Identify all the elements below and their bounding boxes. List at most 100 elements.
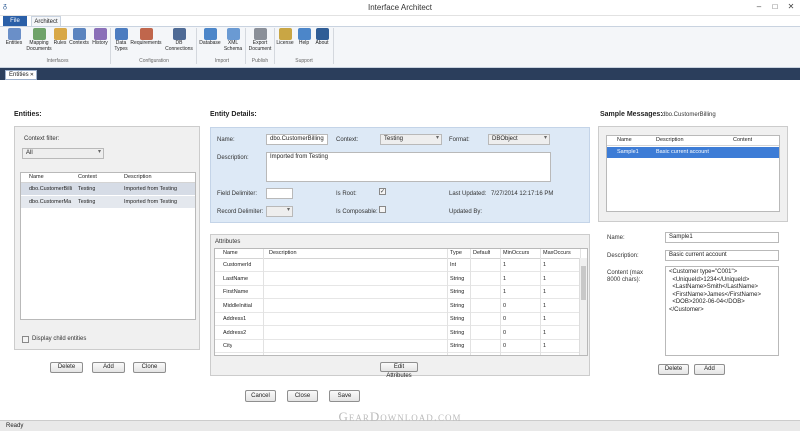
save-button[interactable]: Save — [329, 390, 360, 402]
attribute-cell: Int — [450, 262, 457, 268]
sample-name-input[interactable]: Sample1 — [665, 232, 779, 243]
attribute-cell: 0 — [503, 329, 507, 336]
attribute-column-header[interactable]: Description — [269, 249, 297, 259]
column-header-name[interactable]: Name — [29, 172, 44, 183]
sample-description-input[interactable]: Basic current account — [665, 250, 779, 261]
maximize-button[interactable]: □ — [770, 2, 780, 12]
license-button[interactable]: License — [276, 28, 294, 47]
column-header-content[interactable]: Content — [733, 135, 752, 146]
attribute-column-header[interactable]: MinOccurs — [503, 249, 529, 259]
column-header-context[interactable]: Context — [78, 172, 97, 183]
attribute-cell: 1 — [543, 302, 547, 309]
ribbon-button-label: DB Connections — [165, 40, 193, 52]
edit-attributes-button[interactable]: Edit Attributes — [380, 362, 418, 379]
close-window-button[interactable]: ✕ — [786, 2, 796, 12]
data-types-button[interactable]: Data Types — [113, 28, 129, 52]
entity-name-input[interactable]: dbo.CustomerBilling — [266, 134, 328, 145]
display-child-entities-label: Display child entities — [32, 336, 87, 342]
about-button[interactable]: About — [313, 28, 331, 47]
document-tab-label: Entities — [9, 72, 29, 78]
column-divider — [470, 249, 471, 355]
add-entity-button[interactable]: Add — [92, 362, 125, 373]
is-composable-checkbox[interactable] — [379, 206, 386, 213]
column-header-description[interactable]: Description — [656, 135, 684, 146]
entity-description-textarea[interactable]: Imported from Testing — [266, 152, 551, 182]
entity-name-cell: dbo.CustomerBilli — [29, 186, 73, 192]
table-row[interactable] — [215, 313, 587, 326]
rules-button[interactable]: Rules — [53, 28, 67, 47]
ribbon-button-label: Database — [199, 40, 221, 46]
is-root-checkbox[interactable]: ✓ — [379, 188, 386, 195]
group-label-configuration: Configuration — [139, 58, 169, 64]
ribbon-separator — [274, 28, 275, 64]
attribute-cell: 1 — [503, 262, 507, 268]
document-tab-entities[interactable]: Entities ✕ — [5, 70, 37, 80]
attribute-cell: String — [450, 289, 465, 295]
sample-content-textarea[interactable]: <Customer type="C001"> <UniqueId>1234</U… — [665, 266, 779, 356]
table-row[interactable] — [215, 259, 587, 272]
db-connections-button[interactable]: DB Connections — [164, 28, 194, 52]
entity-context-dropdown[interactable]: Testing — [380, 134, 442, 145]
display-child-entities-checkbox[interactable] — [22, 336, 29, 343]
attribute-cell: 0 — [503, 343, 507, 349]
export-document-button[interactable]: Export Document — [247, 28, 273, 52]
sample-messages-grid[interactable]: Name Description Content Sample1 Basic c… — [606, 135, 780, 212]
contexts-button[interactable]: Contexts — [69, 28, 89, 47]
database-button[interactable]: Database — [199, 28, 221, 47]
attribute-cell: Address2 — [223, 329, 247, 336]
attribute-column-header[interactable]: Name — [223, 249, 238, 259]
ribbon-button-label: History — [92, 40, 108, 46]
entities-button[interactable]: Entities — [4, 28, 24, 47]
attribute-column-header[interactable]: MaxOccurs — [543, 249, 571, 259]
column-header-name[interactable]: Name — [617, 135, 632, 146]
history-button[interactable]: History — [91, 28, 109, 47]
delete-sample-button[interactable]: Delete — [658, 364, 689, 375]
close-tab-icon[interactable]: ✕ — [30, 71, 34, 80]
entity-description-cell: Imported from Testing — [124, 199, 178, 205]
attribute-cell: String — [450, 302, 465, 309]
record-delimiter-dropdown[interactable] — [266, 206, 293, 217]
ribbon-separator — [333, 28, 334, 64]
scrollbar-thumb[interactable] — [581, 266, 586, 300]
close-button[interactable]: Close — [287, 390, 318, 402]
tab-architect[interactable]: Architect — [31, 16, 61, 26]
mapping-documents-button[interactable]: Mapping Documents — [26, 28, 52, 52]
cancel-button[interactable]: Cancel — [245, 390, 276, 402]
clone-entity-button[interactable]: Clone — [133, 362, 166, 373]
history-icon — [93, 28, 107, 40]
xml-schema-button[interactable]: XML Schema — [222, 28, 244, 52]
entity-context-value: Testing — [384, 136, 404, 142]
field-delimiter-input[interactable] — [266, 188, 293, 199]
table-row[interactable] — [215, 300, 587, 313]
table-row[interactable] — [215, 340, 587, 353]
attributes-grid[interactable]: Name Description Type Default MinOccurs MaxOc… — [214, 248, 588, 356]
attributes-scrollbar[interactable] — [579, 258, 587, 355]
help-button[interactable]: Help — [297, 28, 311, 47]
entities-grid[interactable]: Name Context Description dbo.CustomerBil… — [20, 172, 196, 320]
context-label: Context: — [336, 137, 359, 143]
requirements-button[interactable]: Requirements — [130, 28, 162, 47]
entity-name-cell: dbo.CustomerMa — [29, 199, 72, 205]
column-header-description[interactable]: Description — [124, 172, 152, 183]
about-icon — [315, 28, 329, 40]
attribute-column-header[interactable]: Type — [450, 249, 462, 259]
attribute-column-header[interactable]: Default — [473, 249, 490, 259]
minimize-button[interactable]: – — [754, 2, 764, 12]
entity-format-dropdown[interactable]: DBObject — [488, 134, 550, 145]
table-row[interactable] — [215, 273, 587, 286]
context-filter-dropdown[interactable]: All — [22, 148, 104, 159]
ribbon-tab-bar — [0, 16, 800, 26]
entity-context-cell: Testing — [78, 199, 96, 205]
add-sample-button[interactable]: Add — [694, 364, 725, 375]
entities-heading: Entities: — [14, 111, 42, 118]
export-document-icon — [253, 28, 267, 40]
column-divider — [500, 249, 501, 355]
entity-format-value: DBObject — [492, 136, 518, 142]
watermark-text: GearDownload.com — [338, 409, 462, 424]
table-row[interactable] — [215, 327, 587, 340]
context-filter-value: All — [26, 150, 33, 156]
tab-file[interactable]: File — [3, 16, 27, 26]
table-row[interactable] — [215, 286, 587, 299]
attributes-heading: Attributes — [215, 239, 241, 245]
delete-entity-button[interactable]: Delete — [50, 362, 83, 373]
